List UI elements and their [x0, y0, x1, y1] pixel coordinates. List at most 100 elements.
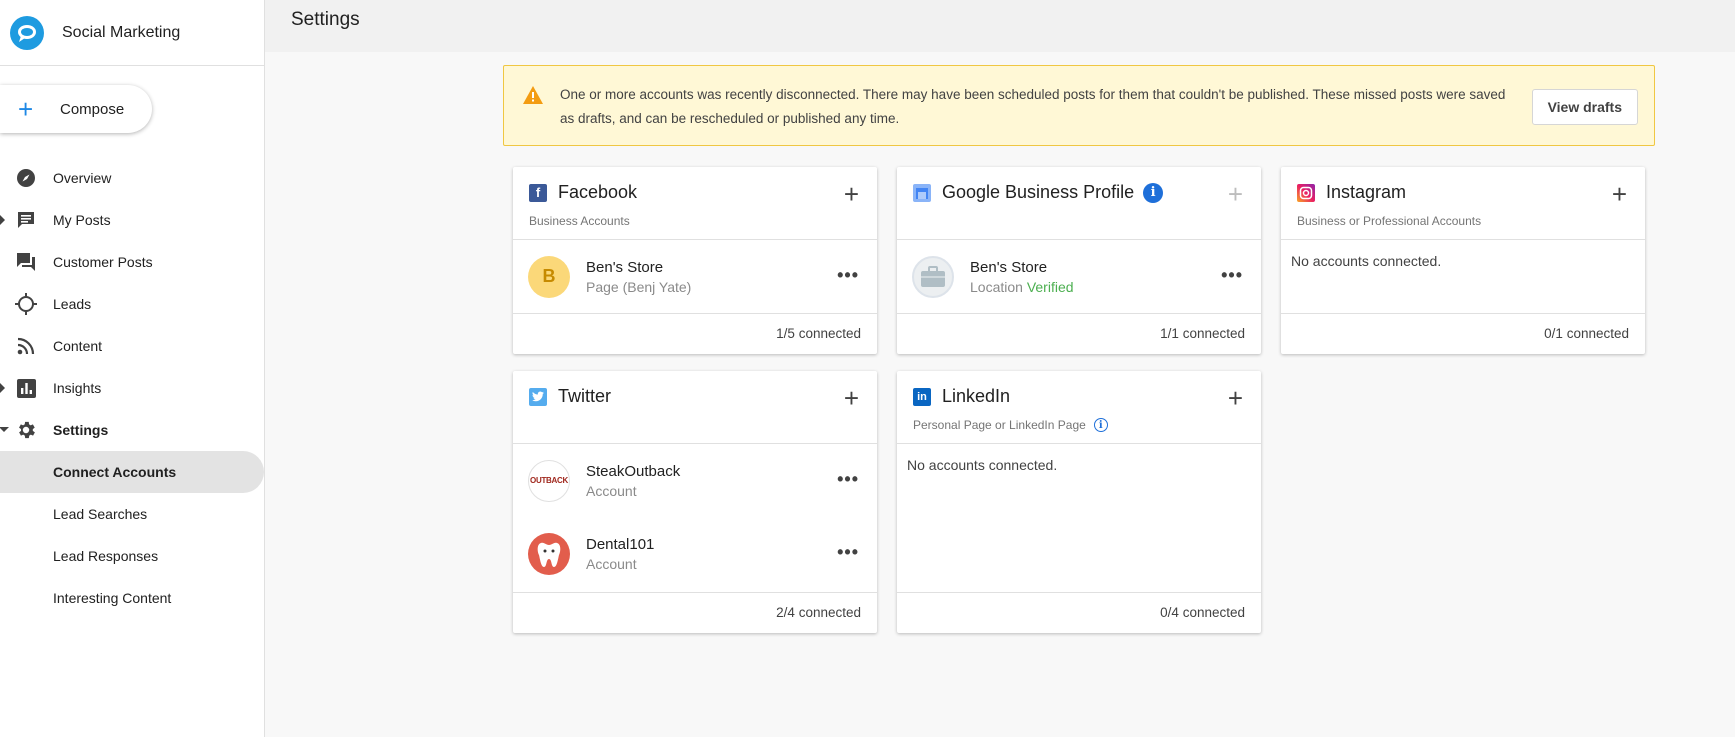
sidebar-item-insights[interactable]: Insights	[0, 367, 265, 409]
more-options-icon[interactable]: •••	[837, 266, 859, 284]
twitter-icon	[529, 387, 547, 406]
card-header: Google Business Profile i +	[897, 167, 1261, 240]
sidebar-item-label: Content	[53, 338, 103, 354]
more-options-icon[interactable]: •••	[837, 543, 859, 561]
tooth-avatar	[528, 532, 570, 575]
facebook-card: f Facebook Business Accounts + B Ben's S…	[513, 167, 877, 354]
card-subtitle: Personal Page or LinkedIn Page i	[913, 418, 1108, 432]
linkedin-icon: in	[913, 387, 931, 406]
empty-state: No accounts connected.	[907, 457, 1058, 473]
expand-caret-icon[interactable]	[0, 215, 5, 225]
sidebar-subitem-lead-searches[interactable]: Lead Searches	[0, 493, 265, 535]
connected-count: 0/1 connected	[1544, 326, 1629, 341]
subtitle-text: Personal Page or LinkedIn Page	[913, 418, 1086, 432]
google-business-icon	[913, 183, 931, 202]
add-facebook-button[interactable]: +	[844, 181, 859, 207]
card-footer: 0/4 connected	[897, 592, 1261, 633]
info-icon[interactable]: i	[1143, 182, 1164, 203]
add-google-business-button[interactable]: +	[1228, 181, 1243, 207]
card-title: Facebook	[558, 182, 638, 202]
instagram-icon	[1297, 183, 1315, 202]
account-name: Dental101	[586, 535, 655, 553]
sidebar: Social Marketing + Compose Overview My P…	[0, 0, 265, 737]
sidebar-subitem-connect-accounts[interactable]: Connect Accounts	[0, 451, 264, 493]
account-name: Ben's Store	[586, 258, 664, 276]
twitter-card: Twitter + OUTBACK SteakOutback Account •…	[513, 371, 877, 633]
sidebar-nav: Overview My Posts Customer Posts Leads C…	[0, 157, 265, 619]
sidebar-item-customer-posts[interactable]: Customer Posts	[0, 241, 265, 283]
google-business-card: Google Business Profile i + Ben's Store …	[897, 167, 1261, 354]
card-footer: 1/5 connected	[513, 313, 877, 354]
verified-status: Verified	[1026, 278, 1074, 295]
add-linkedin-button[interactable]: +	[1228, 385, 1243, 411]
crosshair-icon	[14, 292, 38, 316]
card-subtitle: Business or Professional Accounts	[1297, 214, 1481, 228]
sidebar-item-overview[interactable]: Overview	[0, 157, 265, 199]
sidebar-item-content[interactable]: Content	[0, 325, 265, 367]
account-type: Account	[586, 482, 637, 499]
instagram-card: Instagram Business or Professional Accou…	[1281, 167, 1645, 354]
account-type: Location Verified	[970, 279, 1074, 295]
card-header: Instagram Business or Professional Accou…	[1281, 167, 1645, 240]
card-footer: 1/1 connected	[897, 313, 1261, 354]
sidebar-subitem-lead-responses[interactable]: Lead Responses	[0, 535, 265, 577]
sidebar-item-label: Settings	[53, 422, 109, 438]
collapse-caret-icon[interactable]	[0, 427, 9, 432]
card-title: Google Business Profile	[942, 182, 1135, 202]
brand: Social Marketing	[0, 0, 264, 66]
disconnect-alert: One or more accounts was recently discon…	[503, 65, 1655, 146]
sidebar-item-label: My Posts	[53, 212, 111, 228]
account-row: B Ben's Store Page (Benj Yate) •••	[513, 240, 877, 313]
plus-icon: +	[18, 94, 34, 124]
alert-message: One or more accounts was recently discon…	[560, 87, 1506, 126]
info-outline-icon[interactable]: i	[1093, 418, 1108, 432]
posts-icon	[14, 208, 38, 232]
card-title: Twitter	[558, 386, 612, 406]
add-twitter-button[interactable]: +	[844, 385, 859, 411]
card-title: Instagram	[1326, 182, 1407, 202]
sidebar-subitem-interesting-content[interactable]: Interesting Content	[0, 577, 265, 619]
sidebar-item-settings[interactable]: Settings	[0, 409, 265, 451]
more-options-icon[interactable]: •••	[837, 470, 859, 488]
outback-logo-avatar: OUTBACK	[528, 459, 570, 502]
subtitle-text: Business Accounts	[529, 214, 630, 228]
more-options-icon[interactable]: •••	[1221, 266, 1243, 284]
sidebar-item-label: Leads	[53, 296, 92, 312]
sidebar-item-label: Insights	[53, 380, 102, 396]
card-header: in LinkedIn Personal Page or LinkedIn Pa…	[897, 371, 1261, 444]
sidebar-item-leads[interactable]: Leads	[0, 283, 265, 325]
account-row: Dental101 Account •••	[513, 517, 877, 590]
empty-state: No accounts connected.	[1291, 253, 1442, 269]
connected-count: 2/4 connected	[776, 605, 861, 620]
connected-count: 0/4 connected	[1160, 605, 1245, 620]
view-drafts-button[interactable]: View drafts	[1531, 89, 1638, 125]
account-type-label: Location	[970, 278, 1023, 295]
account-name: Ben's Store	[970, 258, 1048, 276]
compose-button[interactable]: + Compose	[0, 85, 152, 133]
expand-caret-icon[interactable]	[0, 383, 5, 393]
avatar-initial: B	[542, 266, 556, 286]
add-instagram-button[interactable]: +	[1612, 181, 1627, 207]
outback-logo-text: OUTBACK	[530, 476, 568, 485]
sidebar-item-label: Customer Posts	[53, 254, 153, 270]
compass-icon	[14, 166, 38, 190]
chat-bubble-icon[interactable]	[10, 15, 44, 50]
facebook-icon: f	[529, 183, 547, 202]
briefcase-icon	[921, 265, 945, 287]
gear-icon	[14, 418, 38, 442]
card-footer: 2/4 connected	[513, 592, 877, 633]
sidebar-item-my-posts[interactable]: My Posts	[0, 199, 265, 241]
card-header: f Facebook Business Accounts +	[513, 167, 877, 240]
sidebar-item-label: Overview	[53, 170, 112, 186]
account-row: OUTBACK SteakOutback Account •••	[513, 444, 877, 517]
rss-icon	[14, 334, 38, 358]
forum-icon	[14, 250, 38, 274]
account-type: Account	[586, 555, 637, 572]
avatar	[912, 255, 954, 298]
avatar: B	[528, 255, 570, 298]
account-type: Page (Benj Yate)	[586, 278, 692, 295]
app-name: Social Marketing	[62, 23, 181, 41]
warning-icon	[522, 85, 544, 110]
bar-chart-icon	[14, 376, 38, 400]
connected-count: 1/5 connected	[776, 326, 861, 341]
